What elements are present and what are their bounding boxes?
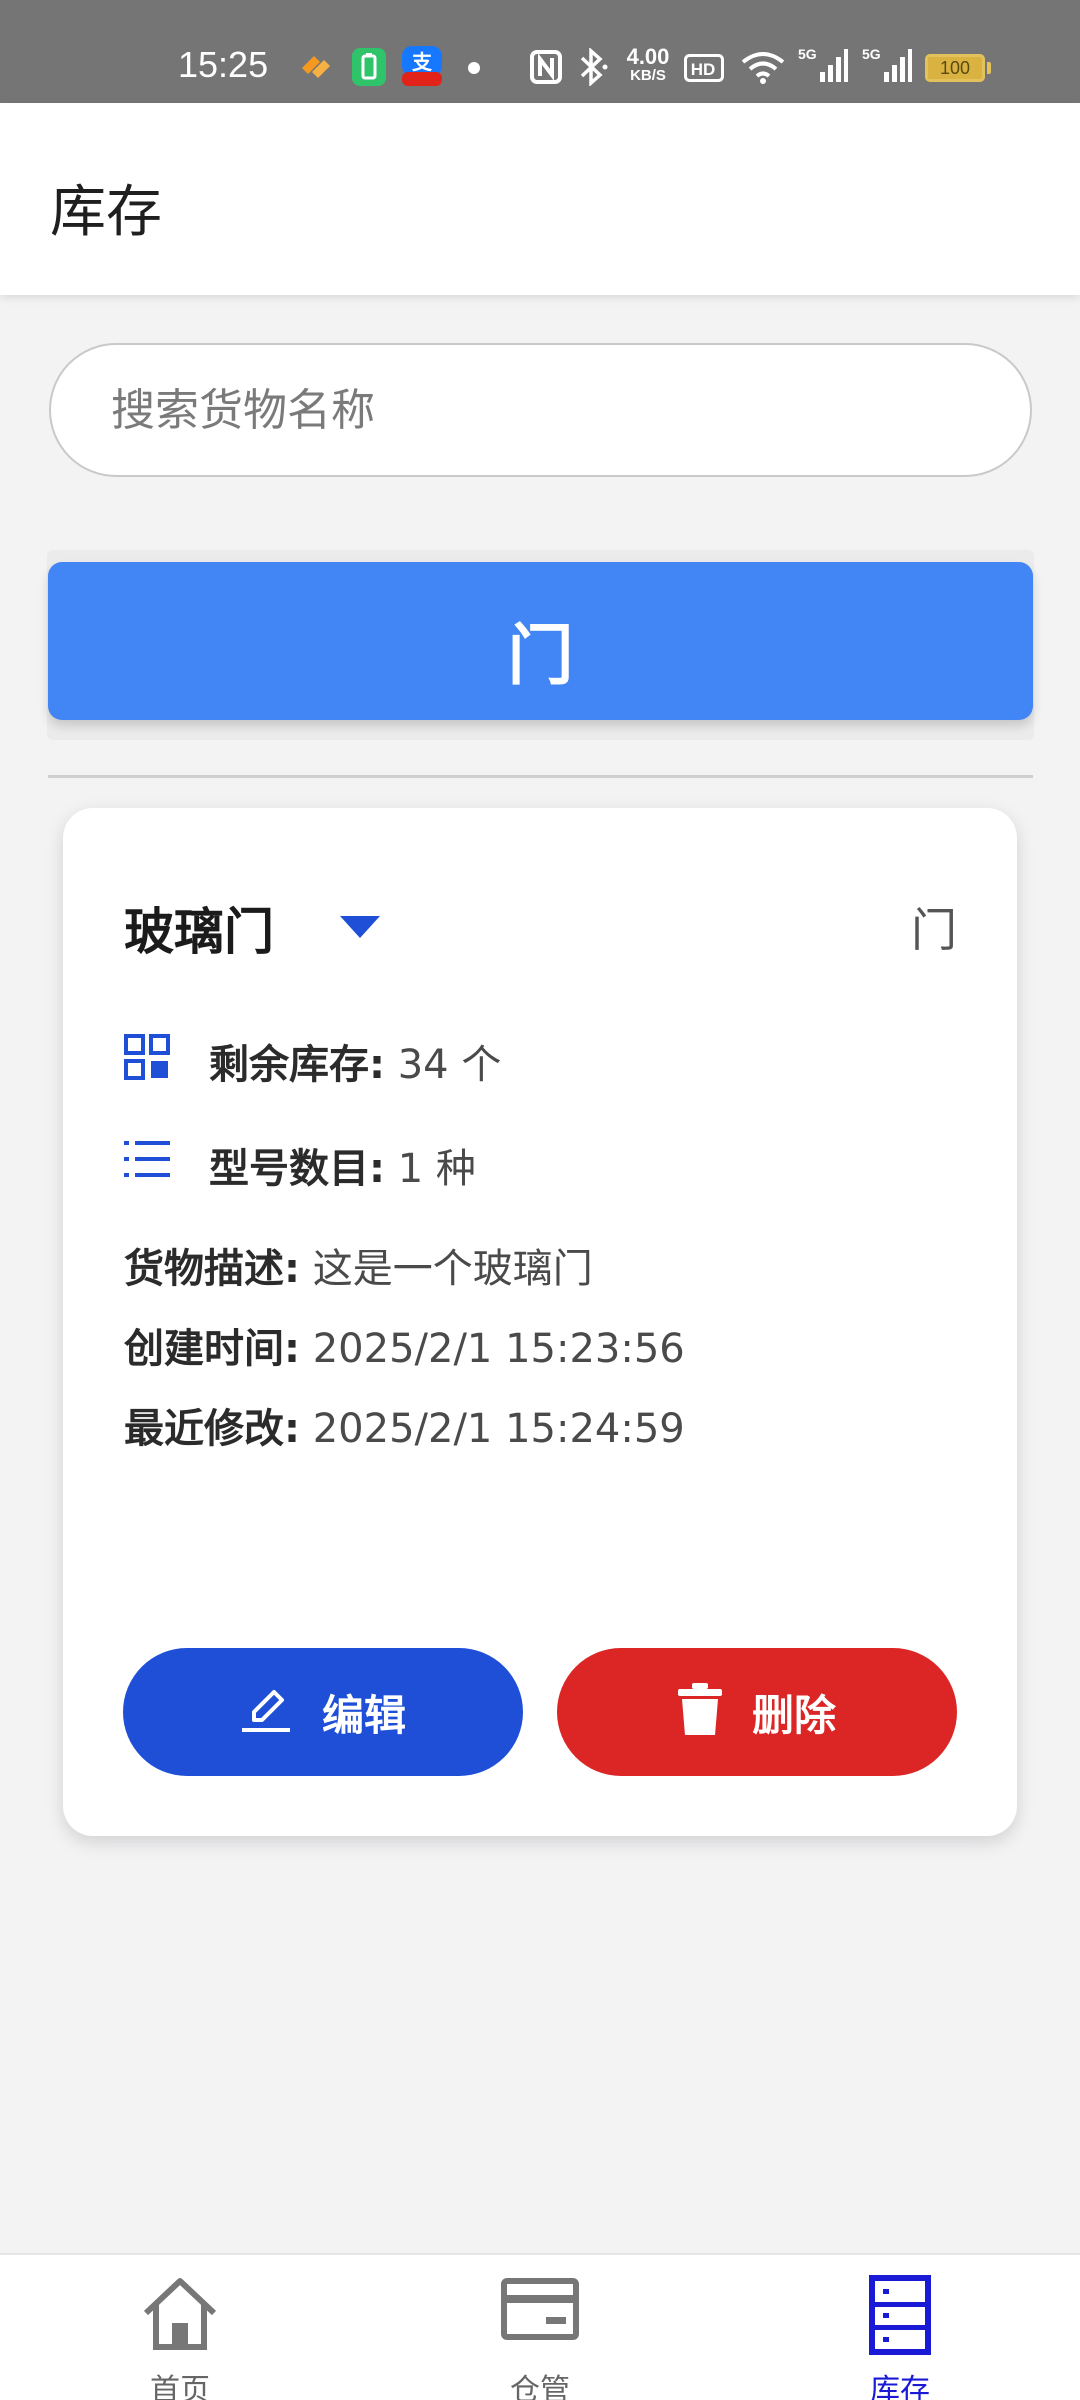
- nav-label-home: 首页: [150, 2373, 210, 2400]
- divider: [48, 775, 1033, 778]
- modified-time-line: 最近修改: 2025/2/1 15:24:59: [124, 1396, 685, 1454]
- category-button-door[interactable]: 门: [48, 562, 1033, 720]
- stock-label: 剩余库存:: [209, 1042, 385, 1088]
- app-bar: 库存: [0, 103, 1080, 295]
- nav-item-warehouse[interactable]: 仓管: [470, 2275, 610, 2400]
- category-label: 门: [507, 617, 574, 694]
- svg-text:HD: HD: [691, 60, 716, 79]
- search-input[interactable]: [111, 345, 971, 475]
- orange-app-notification-icon: [298, 50, 334, 86]
- more-notifications-dot-icon: [468, 62, 480, 74]
- battery-level: 100: [939, 58, 971, 78]
- bottom-navigation: 首页 仓管 库存: [0, 2253, 1080, 2400]
- wallet-icon: [470, 2275, 610, 2345]
- network-speed: 4.00 KB/S: [620, 44, 676, 84]
- signal-5g-sim1-icon: 5G: [798, 46, 848, 88]
- description-line: 货物描述: 这是一个玻璃门: [124, 1236, 593, 1294]
- created-time-line: 创建时间: 2025/2/1 15:23:56: [124, 1316, 685, 1374]
- network-speed-unit: KB/S: [630, 67, 666, 84]
- battery-icon: 100: [925, 54, 985, 82]
- models-label: 型号数目:: [209, 1146, 385, 1192]
- created-value: 2025/2/1 15:23:56: [300, 1326, 685, 1372]
- edit-label: 编辑: [321, 1690, 406, 1740]
- bluetooth-icon: [576, 47, 610, 90]
- modified-label: 最近修改:: [124, 1406, 300, 1452]
- svg-text:5G: 5G: [798, 46, 817, 62]
- alipay-notification-icon: 支: [402, 46, 442, 92]
- signal-5g-sim2-icon: 5G: [862, 46, 912, 88]
- expand-caret-icon[interactable]: [338, 914, 382, 944]
- inventory-icon: [830, 2275, 970, 2355]
- nav-label-inventory: 库存: [870, 2373, 930, 2400]
- description-value: 这是一个玻璃门: [300, 1246, 593, 1292]
- description-label: 货物描述:: [124, 1246, 300, 1292]
- hd-voice-icon: HD: [684, 54, 724, 86]
- svg-text:5G: 5G: [862, 46, 881, 62]
- nav-item-inventory[interactable]: 库存: [830, 2275, 970, 2400]
- nfc-icon: [530, 50, 562, 88]
- nav-label-warehouse: 仓管: [510, 2373, 570, 2400]
- item-name: 玻璃门: [124, 903, 274, 961]
- home-icon: [110, 2275, 250, 2351]
- grid-icon: [124, 1034, 170, 1084]
- trash-icon: [677, 1683, 722, 1741]
- edit-button[interactable]: 编辑: [123, 1648, 523, 1776]
- stock-value: 34 个: [385, 1042, 502, 1088]
- models-value: 1 种: [385, 1146, 476, 1192]
- delete-button[interactable]: 删除: [557, 1648, 957, 1776]
- battery-tip: [987, 62, 991, 74]
- svg-text:支: 支: [412, 50, 433, 74]
- wifi-icon: [740, 50, 786, 90]
- battery-app-notification-icon: [352, 48, 386, 90]
- pencil-icon: [240, 1684, 292, 1740]
- modified-value: 2025/2/1 15:24:59: [300, 1406, 685, 1452]
- created-label: 创建时间:: [124, 1326, 300, 1372]
- nav-item-home[interactable]: 首页: [110, 2275, 250, 2400]
- status-bar: 15:25 支 4.00 KB/S HD 5G 5G 100: [0, 0, 1080, 103]
- inventory-item-card: 玻璃门 门 剩余库存: 34 个 型号数目: 1 种 货物描述: 这是一个玻璃门…: [63, 808, 1017, 1836]
- delete-label: 删除: [751, 1690, 836, 1740]
- list-icon: [124, 1138, 170, 1184]
- page-title: 库存: [50, 180, 162, 245]
- network-speed-value: 4.00: [626, 44, 670, 69]
- item-category-tag: 门: [911, 903, 957, 957]
- status-time: 15:25: [178, 44, 269, 85]
- search-box[interactable]: [49, 343, 1032, 477]
